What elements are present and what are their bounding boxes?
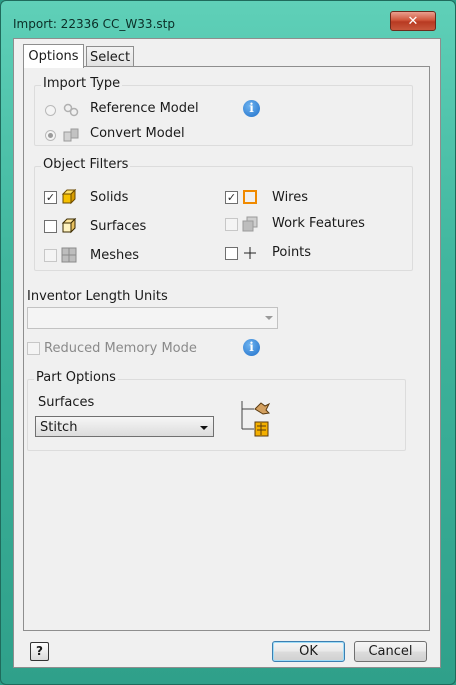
convert-model-option[interactable]	[45, 127, 79, 143]
wires-label: Wires	[272, 190, 309, 205]
meshes-checkbox[interactable]	[44, 248, 57, 262]
wire-square-icon	[243, 190, 257, 204]
window-title: Import: 22336 CC_W33.stp	[13, 17, 175, 31]
points-filter[interactable]	[225, 245, 258, 261]
chevron-down-icon	[265, 316, 273, 320]
tab-options-label: Options	[28, 49, 79, 64]
reference-model-label: Reference Model	[90, 101, 199, 116]
part-options-group: Part Options	[27, 370, 406, 451]
point-crosshair-icon	[244, 247, 256, 259]
points-checkbox[interactable]	[225, 246, 238, 260]
surfaces-filter[interactable]	[44, 218, 77, 234]
dialog-window: Import: 22336 CC_W33.stp ✕ Options Selec…	[0, 0, 456, 685]
surfaces-option-select[interactable]: Stitch	[35, 416, 214, 437]
surfaces-option-value: Stitch	[40, 420, 78, 435]
work-features-label: Work Features	[272, 216, 365, 231]
meshes-filter[interactable]	[44, 247, 77, 263]
solids-filter[interactable]: ✓	[44, 189, 77, 205]
tab-select-label: Select	[89, 50, 131, 65]
wires-checkbox[interactable]: ✓	[225, 190, 238, 204]
import-type-heading: Import Type	[41, 76, 123, 91]
info-icon[interactable]: i	[243, 100, 260, 117]
reference-model-icon	[63, 103, 79, 117]
work-features-filter[interactable]	[225, 216, 258, 232]
chevron-down-icon	[200, 426, 208, 430]
close-icon: ✕	[407, 13, 419, 29]
points-label: Points	[272, 245, 312, 260]
convert-model-icon	[63, 128, 79, 142]
reduced-memory-label: Reduced Memory Mode	[44, 341, 197, 356]
help-icon: ?	[36, 644, 43, 658]
surfaces-option-label: Surfaces	[38, 395, 95, 410]
convert-model-label: Convert Model	[90, 126, 185, 141]
solid-cube-icon	[61, 189, 77, 205]
options-panel: Import Type Reference Model i Convert Mo…	[23, 66, 430, 631]
title-bar[interactable]: Import: 22336 CC_W33.stp ✕	[1, 1, 455, 39]
meshes-label: Meshes	[90, 248, 139, 263]
solids-checkbox[interactable]: ✓	[44, 190, 57, 204]
tab-select[interactable]: Select	[86, 46, 134, 68]
work-plane-icon	[242, 216, 258, 232]
length-units-label: Inventor Length Units	[27, 289, 168, 304]
surface-cube-icon	[61, 218, 77, 234]
mesh-grid-icon	[61, 247, 77, 263]
ok-button[interactable]: OK	[272, 641, 345, 662]
info-icon[interactable]: i	[243, 339, 260, 356]
close-button[interactable]: ✕	[390, 11, 436, 31]
tab-options[interactable]: Options	[23, 44, 84, 68]
surfaces-checkbox[interactable]	[44, 219, 57, 233]
convert-model-radio[interactable]	[45, 129, 56, 141]
reduced-memory-checkbox[interactable]	[27, 342, 40, 355]
length-units-select[interactable]	[27, 307, 278, 329]
part-tree-icon	[241, 401, 271, 437]
object-filters-heading: Object Filters	[41, 157, 131, 172]
reference-model-radio[interactable]	[45, 104, 56, 116]
part-options-heading: Part Options	[34, 370, 118, 385]
reference-model-option[interactable]	[45, 102, 79, 118]
work-features-checkbox[interactable]	[225, 217, 238, 231]
surfaces-label: Surfaces	[90, 219, 147, 234]
help-button[interactable]: ?	[30, 642, 49, 661]
dialog-client: Options Select Import Type Reference Mod…	[13, 38, 441, 668]
reduced-memory-option[interactable]	[27, 342, 40, 355]
wires-filter[interactable]: ✓	[225, 189, 258, 205]
solids-label: Solids	[90, 190, 129, 205]
cancel-button[interactable]: Cancel	[354, 641, 427, 662]
